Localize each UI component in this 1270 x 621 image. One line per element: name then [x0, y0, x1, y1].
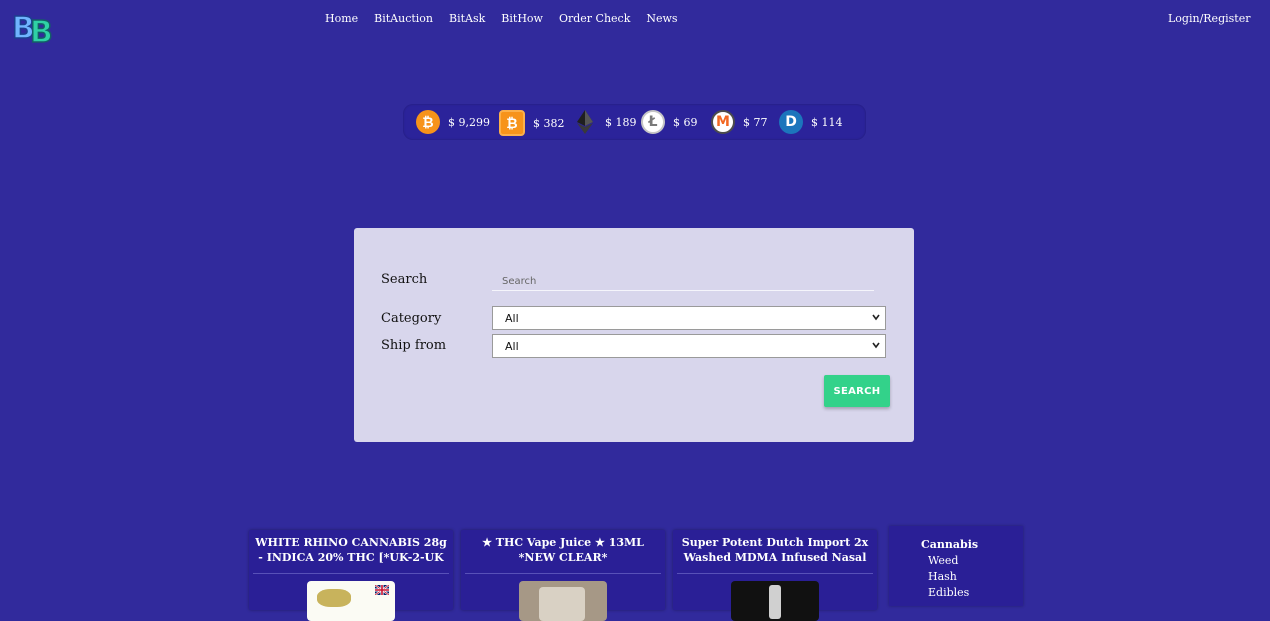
product-title[interactable]: Super Potent Dutch Import 2x Washed MDMA… [679, 535, 871, 565]
ticker-price: $ 189 [605, 115, 637, 129]
ticker-price: $ 77 [743, 115, 768, 129]
ticker-item-eth: $ 189 [573, 110, 637, 134]
ticker-item-bch: ₿ $ 382 [499, 110, 565, 136]
nav-bithow[interactable]: BitHow [501, 12, 543, 25]
search-button[interactable]: SEARCH [824, 375, 890, 407]
category-label: Category [381, 311, 442, 326]
product-image[interactable] [307, 581, 395, 621]
dash-icon: D [779, 110, 803, 134]
nav-order-check[interactable]: Order Check [559, 12, 630, 25]
nav-bitauction[interactable]: BitAuction [374, 12, 433, 25]
ticker-item-ltc: Ł $ 69 [641, 110, 698, 134]
category-item-weed[interactable]: Weed [928, 554, 958, 567]
search-panel: Search Category All Ship from All SEARCH [354, 228, 914, 442]
product-card[interactable]: WHITE RHINO CANNABIS 28g - INDICA 20% TH… [249, 530, 453, 621]
nav-news[interactable]: News [646, 12, 677, 25]
litecoin-icon: Ł [641, 110, 665, 134]
divider [465, 573, 661, 574]
product-title[interactable]: WHITE RHINO CANNABIS 28g - INDICA 20% TH… [255, 535, 447, 565]
nav-bitask[interactable]: BitAsk [449, 12, 485, 25]
bitcoin-icon: ₿ [416, 110, 440, 134]
ticker-item-xmr: M $ 77 [711, 110, 768, 134]
ship-from-select[interactable]: All [492, 334, 886, 358]
ethereum-icon [573, 110, 597, 134]
crypto-price-ticker: ₿ $ 9,299 ₿ $ 382 $ 189 Ł $ 69 M $ 77 D … [403, 104, 866, 140]
category-heading-cannabis[interactable]: Cannabis [921, 538, 978, 551]
product-title[interactable]: ★ THC Vape Juice ★ 13ML *NEW CLEAR* [467, 535, 659, 565]
divider [677, 573, 873, 574]
nav-home[interactable]: Home [325, 12, 358, 25]
category-select[interactable]: All [492, 306, 886, 330]
uk-flag-icon [375, 585, 389, 595]
category-select-value: All [505, 311, 519, 325]
main-nav: Home BitAuction BitAsk BitHow Order Chec… [325, 12, 694, 25]
ship-from-label: Ship from [381, 338, 447, 353]
ticker-item-dash: D $ 114 [779, 110, 843, 134]
category-item-edibles[interactable]: Edibles [928, 586, 969, 599]
product-card[interactable]: Super Potent Dutch Import 2x Washed MDMA… [673, 530, 877, 621]
site-logo[interactable]: B B [10, 6, 58, 46]
svg-text:B: B [30, 15, 53, 46]
ticker-price: $ 69 [673, 115, 698, 129]
ship-from-select-value: All [505, 339, 519, 353]
ticker-price: $ 114 [811, 115, 843, 129]
ticker-price: $ 9,299 [448, 115, 490, 129]
chevron-down-icon [872, 342, 880, 349]
login-register-link[interactable]: Login/Register [1168, 12, 1250, 25]
product-card[interactable]: ★ THC Vape Juice ★ 13ML *NEW CLEAR* [461, 530, 665, 621]
divider [253, 573, 449, 574]
category-item-hash[interactable]: Hash [928, 570, 957, 583]
bitcoin-cash-icon: ₿ [499, 110, 525, 136]
ticker-item-btc: ₿ $ 9,299 [416, 110, 490, 134]
search-input[interactable] [492, 272, 874, 291]
chevron-down-icon [872, 314, 880, 321]
search-label: Search [381, 272, 428, 287]
product-image[interactable] [731, 581, 819, 621]
category-sidebar: Cannabis Weed Hash Edibles [889, 526, 1023, 606]
ticker-price: $ 382 [533, 116, 565, 130]
product-image[interactable] [519, 581, 607, 621]
monero-icon: M [711, 110, 735, 134]
